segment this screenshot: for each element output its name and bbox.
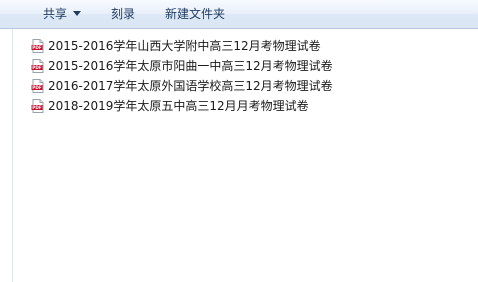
svg-text:PDF: PDF	[32, 105, 42, 110]
file-list: PDF 2015-2016学年山西大学附中高三12月考物理试卷 PDF 2015…	[14, 36, 478, 116]
file-name: 2015-2016学年山西大学附中高三12月考物理试卷	[48, 39, 321, 53]
svg-text:PDF: PDF	[32, 65, 42, 70]
file-item[interactable]: PDF 2018-2019学年太原五中高三12月月考物理试卷	[14, 96, 478, 116]
file-item[interactable]: PDF 2015-2016学年太原市阳曲一中高三12月考物理试卷	[14, 56, 478, 76]
svg-text:PDF: PDF	[32, 85, 42, 90]
burn-label: 刻录	[111, 7, 136, 21]
file-name: 2015-2016学年太原市阳曲一中高三12月考物理试卷	[48, 59, 333, 73]
new-folder-button[interactable]: 新建文件夹	[159, 0, 231, 28]
pdf-icon: PDF	[31, 79, 44, 93]
burn-button[interactable]: 刻录	[105, 0, 141, 28]
file-name: 2016-2017学年太原外国语学校高三12月考物理试卷	[48, 79, 333, 93]
chevron-down-icon	[73, 11, 82, 16]
share-label: 共享	[43, 7, 68, 21]
pdf-icon: PDF	[31, 59, 44, 73]
pdf-icon: PDF	[31, 39, 44, 53]
new-folder-label: 新建文件夹	[165, 7, 226, 21]
pdf-icon: PDF	[31, 99, 44, 113]
navigation-pane[interactable]	[0, 29, 13, 282]
file-item[interactable]: PDF 2015-2016学年山西大学附中高三12月考物理试卷	[14, 36, 478, 56]
explorer-window: 共享 刻录 新建文件夹 PDF 2015-2016学年山西大学附中高三12月考物…	[0, 0, 478, 282]
svg-text:PDF: PDF	[32, 45, 42, 50]
file-name: 2018-2019学年太原五中高三12月月考物理试卷	[48, 99, 309, 113]
command-bar: 共享 刻录 新建文件夹	[0, 0, 478, 29]
file-item[interactable]: PDF 2016-2017学年太原外国语学校高三12月考物理试卷	[14, 76, 478, 96]
share-button[interactable]: 共享	[37, 0, 87, 28]
